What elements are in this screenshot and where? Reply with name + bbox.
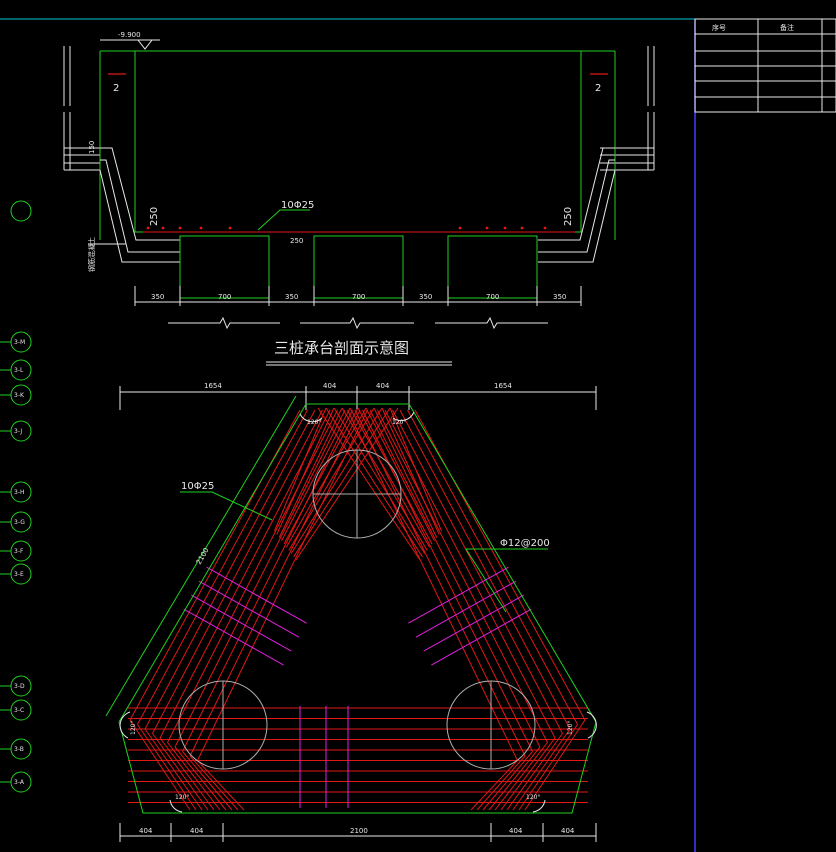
- title-table: 序号 备注: [694, 18, 836, 113]
- axis-label-3-f: 3-F: [14, 548, 24, 555]
- dim-350-d: 350: [553, 293, 566, 301]
- angle-label-6: 120°: [526, 794, 540, 801]
- dim-350-a: 350: [151, 293, 164, 301]
- rebar-right-8: [362, 409, 533, 752]
- small-dim-label: 250: [290, 237, 303, 245]
- angle-label-5: 120°: [175, 794, 189, 801]
- rebar-dot-1: [146, 226, 150, 230]
- rebar-right-2: [407, 409, 578, 725]
- pile-1-section: [179, 235, 270, 299]
- rebar-dot-8: [503, 226, 507, 230]
- axis-label-3-a: 3-A: [14, 779, 25, 786]
- height-dim-label: 150: [88, 141, 96, 154]
- rebar-left-9: [189, 409, 361, 757]
- section-title: 三桩承台剖面示意图: [274, 339, 409, 357]
- rebar-dot-7: [485, 226, 489, 230]
- axis-label-3-j: 3-J: [14, 428, 22, 435]
- rebar-dot-2: [161, 226, 165, 230]
- stirrup-right-4: [431, 608, 532, 666]
- section-mark-left: 2: [113, 83, 119, 94]
- stirrup-right-3: [423, 594, 524, 652]
- angle-label-3: 120°: [130, 721, 137, 735]
- table-header-index: 序号: [712, 23, 726, 32]
- stirrup-left-4: [183, 608, 284, 666]
- cover-left-label: 250: [149, 207, 160, 226]
- pile-3-section: [447, 235, 538, 299]
- angle-label-4: 120°: [567, 721, 574, 735]
- rebar-right-4: [392, 409, 563, 734]
- rebar-dots: [146, 226, 547, 230]
- axis-bubbles: 3-M 3-L 3-K 3-J 3-H 3-G 3-F 3-E 3-D 3-C 3-B 3-A: [0, 200, 32, 793]
- pile-2-section: [313, 235, 404, 299]
- rebar-top-cross-a-8: [373, 407, 438, 538]
- rebar-right-6: [377, 409, 548, 743]
- stirrup-left-3: [191, 594, 292, 652]
- rebar-left-7: [174, 409, 346, 748]
- pile-cap-section-outline: [134, 50, 582, 233]
- rebar-left-1: [129, 409, 301, 721]
- rebar-right-1: [414, 409, 586, 721]
- plan-top-dim-4: 1654: [494, 382, 512, 390]
- plan-rebar-group: [128, 407, 588, 811]
- section-mark-right: 2: [595, 83, 601, 94]
- angle-label-1: 120°: [307, 419, 321, 426]
- dim-700-b: 700: [352, 293, 365, 301]
- stirrup-right-2: [415, 580, 517, 638]
- stirrup-left-2: [198, 580, 300, 638]
- table-header-remark: 备注: [780, 23, 794, 32]
- plan-view: 1654 404 404 1654 120° 120° 120° 120° 12…: [105, 382, 597, 842]
- rebar-dot-3: [178, 226, 182, 230]
- rebar-dot-5: [228, 226, 232, 230]
- dim-700-a: 700: [218, 293, 231, 301]
- dim-350-b: 350: [285, 293, 298, 301]
- elevation-label: -9.900: [118, 31, 141, 39]
- axis-label-3-l: 3-L: [14, 367, 24, 374]
- top-bar-label: 10Φ25: [281, 200, 314, 211]
- rebar-top-cross-b-5: [285, 407, 367, 548]
- section-view: -9.900 2 2 250 250 10Φ25 250 150 钢筋混凝土 3…: [63, 31, 655, 330]
- rebar-left-4: [152, 409, 323, 734]
- rebar-dot-9: [520, 226, 524, 230]
- axis-label-3-g: 3-G: [14, 519, 25, 526]
- rebar-right-5: [384, 409, 556, 739]
- plan-bottom-dim-3: 2100: [350, 827, 368, 835]
- rebar-dot-10: [543, 226, 547, 230]
- rebar-dot-4: [199, 226, 203, 230]
- angle-label-2: 120°: [392, 419, 406, 426]
- plan-bottom-dim-2: 404: [190, 827, 204, 835]
- rebar-top-cross-b-8: [278, 407, 343, 538]
- axis-label-3-b: 3-B: [14, 746, 24, 753]
- cover-right-label: 250: [563, 207, 574, 226]
- plan-bottom-dim-1: 404: [139, 827, 153, 835]
- axis-bubble-blank[interactable]: [10, 200, 32, 222]
- axis-label-3-c: 3-C: [14, 707, 24, 714]
- stirrup-left-1: [206, 566, 307, 624]
- stirrup-right-1: [408, 566, 509, 624]
- cad-drawing-canvas[interactable]: 序号 备注 -9.900 2 2 250 250 10Φ25 250 150 钢…: [0, 0, 836, 852]
- dim-700-c: 700: [486, 293, 499, 301]
- rebar-left-2: [137, 409, 308, 725]
- rebar-right-7: [369, 409, 541, 748]
- plan-bottom-dim-5: 404: [561, 827, 575, 835]
- rebar-dot-6: [458, 226, 462, 230]
- axis-label-3-h: 3-H: [14, 489, 25, 496]
- axis-label-3-k: 3-K: [14, 392, 25, 399]
- rebar-top-cross-a-7: [365, 407, 435, 542]
- axis-label-3-d: 3-D: [14, 683, 25, 690]
- side-note-label: 钢筋混凝土: [87, 237, 96, 272]
- plan-bottom-dim-4: 404: [509, 827, 523, 835]
- plan-bar-label: 10Φ25: [181, 481, 214, 492]
- plan-top-dim-1: 1654: [204, 382, 222, 390]
- axis-label-3-m: 3-M: [14, 339, 25, 346]
- stirrup-label: Φ12@200: [500, 538, 550, 549]
- plan-top-dim-3: 404: [376, 382, 390, 390]
- plan-top-dim-2: 404: [323, 382, 337, 390]
- dim-350-c: 350: [419, 293, 432, 301]
- axis-label-3-e: 3-E: [14, 571, 24, 578]
- plan-side-dim: 2100: [195, 547, 211, 566]
